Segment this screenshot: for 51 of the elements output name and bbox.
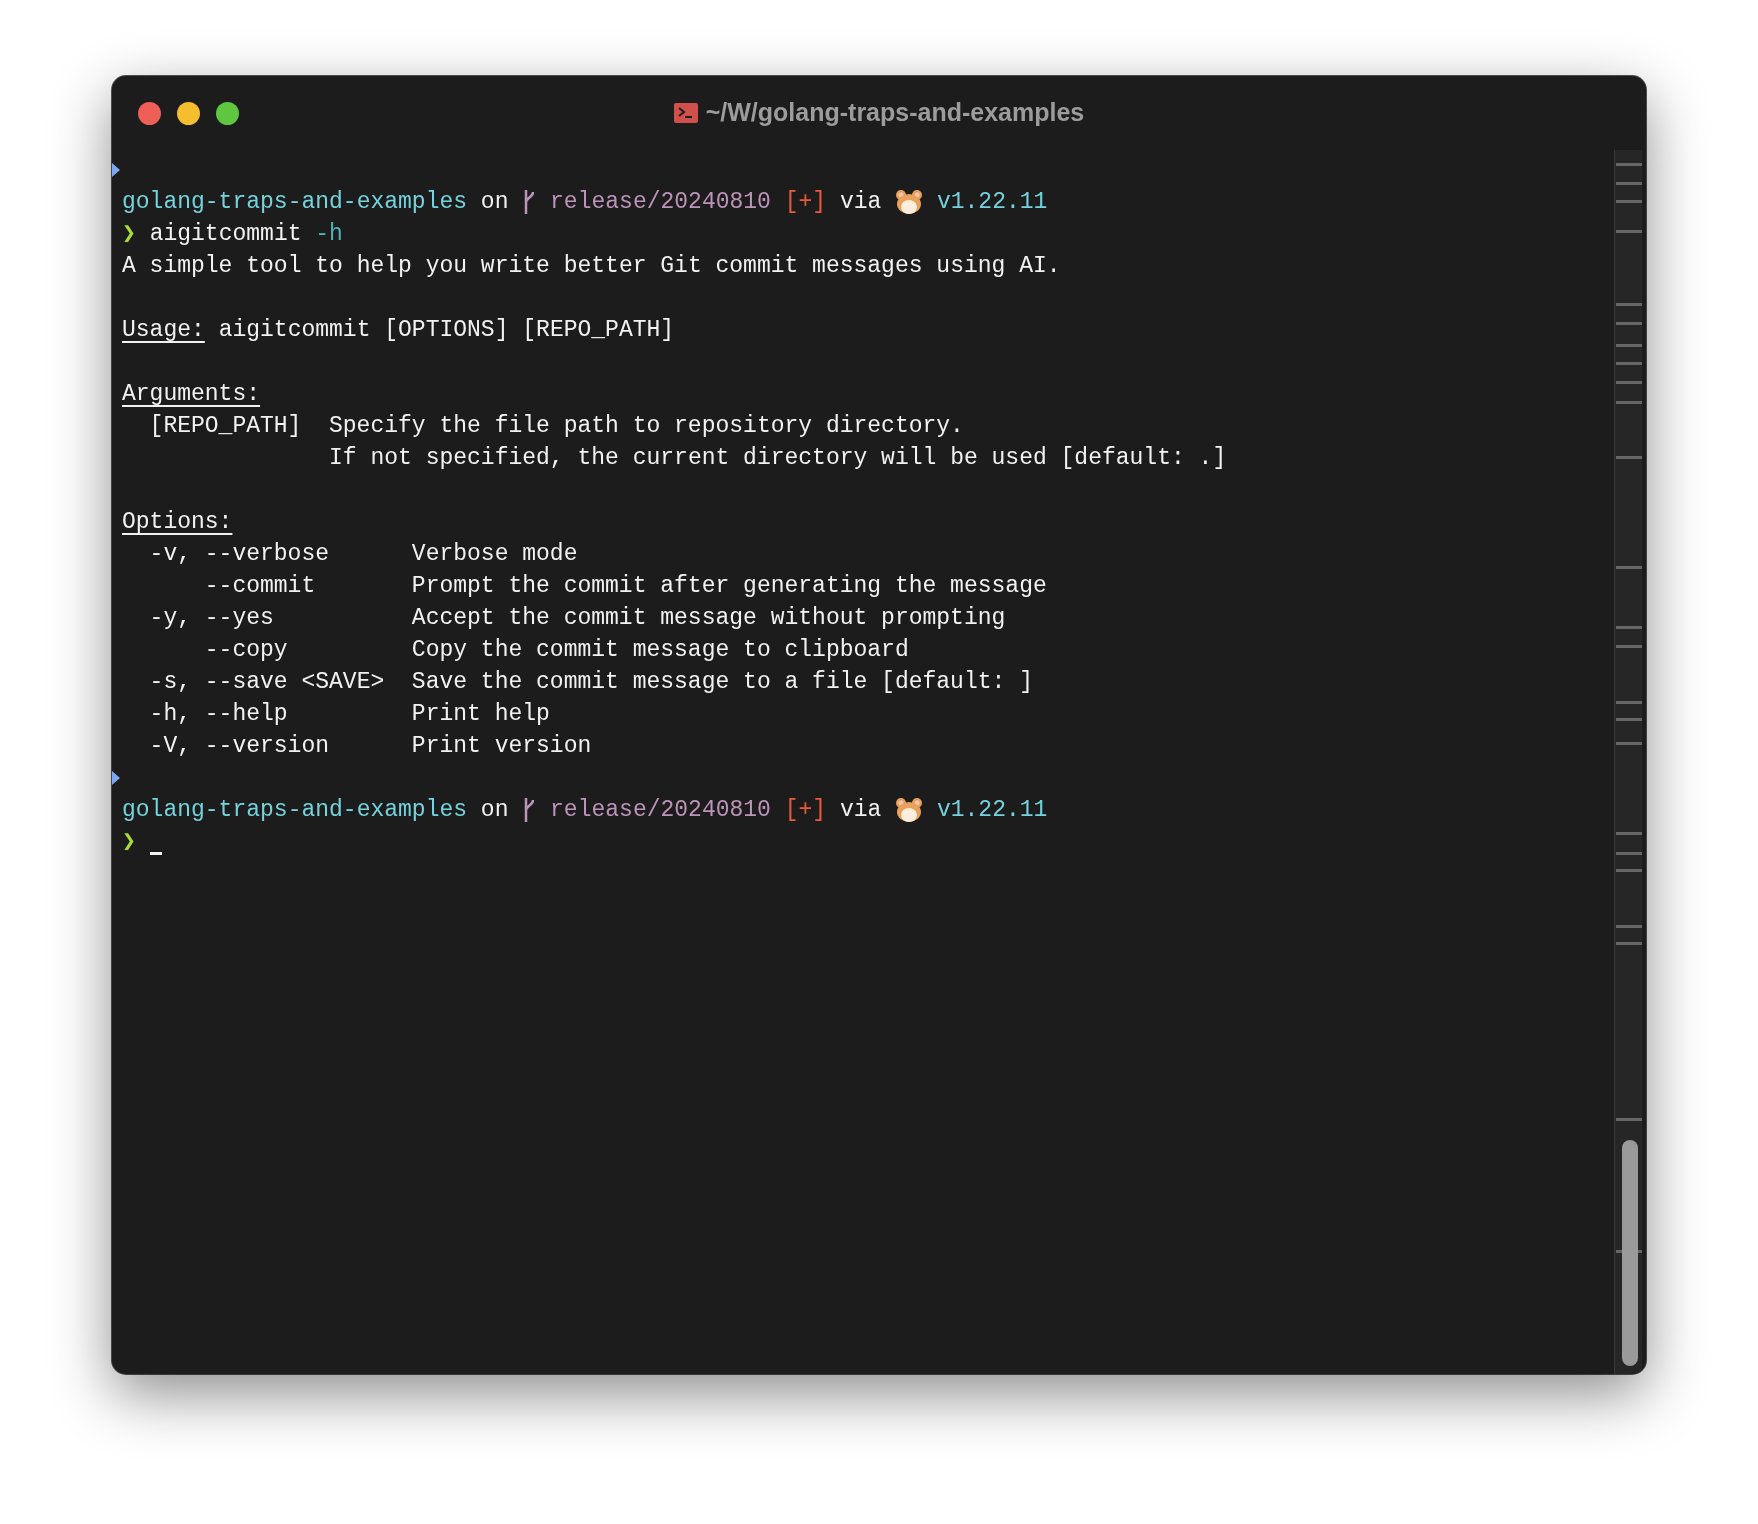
usage-text: aigitcommit [OPTIONS] [REPO_PATH] — [218, 316, 675, 345]
directory-name: golang-traps-and-examples — [122, 188, 468, 217]
option-flags: -h, --help — [149, 700, 289, 729]
zoom-button[interactable] — [216, 102, 239, 125]
option-flags: -y, --yes — [149, 604, 275, 633]
prompt-symbol: ❯ — [122, 220, 136, 249]
option-flags: -v, --verbose — [149, 540, 331, 569]
argument-name: [REPO_PATH] — [149, 412, 303, 441]
prompt-marker-icon — [112, 163, 120, 177]
option-description: Verbose mode — [411, 540, 578, 569]
option-description: Prompt the commit after generating the message — [411, 572, 1047, 601]
option-description: Accept the commit message without prompting — [411, 604, 1006, 633]
close-button[interactable] — [138, 102, 161, 125]
terminal-icon — [673, 103, 698, 123]
command-option-text: -h — [315, 220, 343, 249]
option-flags: -s, --save <SAVE> — [149, 668, 386, 697]
option-description: Save the commit message to a file [default: ] — [411, 668, 1033, 697]
prompt-text: via — [839, 796, 882, 825]
section-heading: Options: — [122, 508, 233, 537]
output-text: A simple tool to help you write better Git commit messages using AI. — [122, 252, 1061, 281]
option-flags: --commit — [203, 572, 317, 601]
prompt-text: on — [480, 188, 509, 217]
minimize-button[interactable] — [177, 102, 200, 125]
git-status: [+] — [784, 188, 827, 217]
branch-name: release/20240810 — [550, 796, 771, 825]
window-title: ~/W/golang-traps-and-examples — [705, 97, 1085, 129]
version-text: v1.22.11 — [936, 796, 1048, 825]
hamster-icon — [895, 189, 924, 215]
prompt-text: on — [480, 796, 509, 825]
argument-description: Specify the file path to repository directory. — [329, 412, 964, 441]
option-description: Print version — [411, 732, 592, 761]
git-status: [+] — [784, 796, 827, 825]
option-flags: -V, --version — [149, 732, 331, 761]
git-branch-icon — [522, 797, 537, 823]
version-text: v1.22.11 — [936, 188, 1048, 217]
option-description: Copy the commit message to clipboard — [411, 636, 909, 665]
prompt-text: via — [839, 188, 882, 217]
section-heading: Usage: — [122, 316, 205, 345]
option-flags: --copy — [203, 636, 289, 665]
section-heading: Arguments: — [122, 380, 261, 409]
argument-description: If not specified, the current directory will be used [default: .] — [329, 444, 1227, 473]
cursor — [149, 851, 163, 855]
branch-name: release/20240810 — [550, 188, 771, 217]
command-text: aigitcommit — [149, 220, 302, 249]
option-description: Print help — [411, 700, 550, 729]
directory-name: golang-traps-and-examples — [122, 796, 468, 825]
git-branch-icon — [522, 189, 537, 215]
hamster-icon — [895, 797, 924, 823]
scrollbar[interactable] — [1614, 150, 1642, 1374]
prompt-marker-icon — [112, 771, 120, 785]
prompt-symbol: ❯ — [122, 828, 136, 857]
